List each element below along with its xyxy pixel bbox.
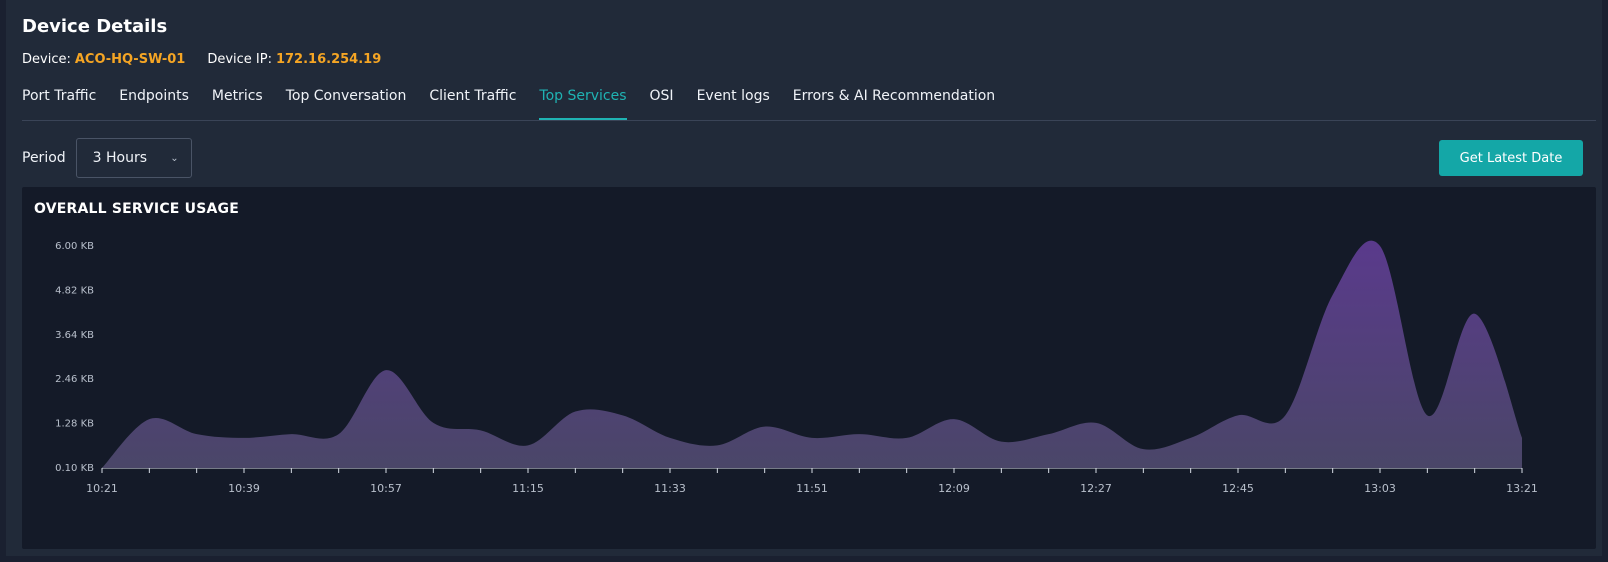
device-label: Device: bbox=[22, 52, 71, 67]
period-label: Period bbox=[22, 150, 66, 166]
x-tick-label: 12:09 bbox=[938, 482, 970, 495]
x-tick-label: 10:39 bbox=[228, 482, 260, 495]
y-tick-label: 4.82 KB bbox=[55, 285, 94, 296]
page-title: Device Details bbox=[22, 16, 168, 37]
tab-top-services[interactable]: Top Services bbox=[539, 88, 627, 120]
tab-top-conversation[interactable]: Top Conversation bbox=[286, 88, 407, 120]
get-latest-date-button[interactable]: Get Latest Date bbox=[1439, 140, 1583, 176]
y-tick-label: 3.64 KB bbox=[55, 330, 94, 341]
x-tick-label: 13:03 bbox=[1364, 482, 1396, 495]
device-name: ACO-HQ-SW-01 bbox=[74, 52, 186, 67]
x-tick-label: 10:21 bbox=[86, 482, 118, 495]
device-ip: 172.16.254.19 bbox=[275, 52, 382, 67]
service-usage-chart: 0.10 KB 1.28 KB 2.46 KB 3.64 KB 4.82 KB 6.00 … bbox=[55, 240, 1538, 495]
period-select[interactable]: 3 Hours ⌄ bbox=[75, 138, 192, 178]
period-select-value: 3 Hours bbox=[92, 150, 148, 166]
tab-errors-ai-recommendation[interactable]: Errors & AI Recommendation bbox=[793, 88, 995, 120]
x-tick-label: 11:15 bbox=[512, 482, 544, 495]
x-tick-label: 13:21 bbox=[1506, 482, 1538, 495]
y-tick-label: 2.46 KB bbox=[55, 374, 94, 385]
tab-metrics[interactable]: Metrics bbox=[212, 88, 263, 120]
chevron-down-icon: ⌄ bbox=[170, 152, 179, 164]
device-name-group: Device: ACO-HQ-SW-01 bbox=[22, 52, 185, 67]
tab-client-traffic[interactable]: Client Traffic bbox=[429, 88, 516, 120]
device-ip-group: Device IP: 172.16.254.19 bbox=[207, 52, 381, 67]
x-tick-label: 12:45 bbox=[1222, 482, 1254, 495]
y-tick-label: 1.28 KB bbox=[55, 419, 94, 430]
device-ip-label: Device IP: bbox=[207, 52, 272, 67]
device-details-panel: Device Details Device: ACO-HQ-SW-01 Devic… bbox=[6, 0, 1602, 556]
x-tick-label: 12:27 bbox=[1080, 482, 1112, 495]
tab-port-traffic[interactable]: Port Traffic bbox=[22, 88, 96, 120]
device-info: Device: ACO-HQ-SW-01 Device IP: 172.16.254… bbox=[22, 52, 381, 67]
usage-area-series bbox=[102, 240, 1522, 468]
y-tick-label: 0.10 KB bbox=[55, 463, 94, 474]
tab-endpoints[interactable]: Endpoints bbox=[119, 88, 189, 120]
y-axis: 0.10 KB 1.28 KB 2.46 KB 3.64 KB 4.82 KB 6.00 … bbox=[55, 241, 94, 474]
tab-event-logs[interactable]: Event logs bbox=[697, 88, 770, 120]
tab-bar: Port Traffic Endpoints Metrics Top Conve… bbox=[22, 88, 1596, 121]
service-usage-chart-card: OVERALL SERVICE USAGE 0.10 KB 1.28 KB 2.46… bbox=[22, 187, 1596, 549]
period-control: Period 3 Hours ⌄ bbox=[22, 138, 192, 178]
x-tick-label: 10:57 bbox=[370, 482, 402, 495]
x-tick-label: 11:33 bbox=[654, 482, 686, 495]
x-axis: 10:21 10:39 10:57 11:15 11:33 11:51 12:09 12:27… bbox=[86, 467, 1538, 495]
x-tick-label: 11:51 bbox=[796, 482, 828, 495]
y-tick-label: 6.00 KB bbox=[55, 241, 94, 252]
tab-osi[interactable]: OSI bbox=[650, 88, 674, 120]
